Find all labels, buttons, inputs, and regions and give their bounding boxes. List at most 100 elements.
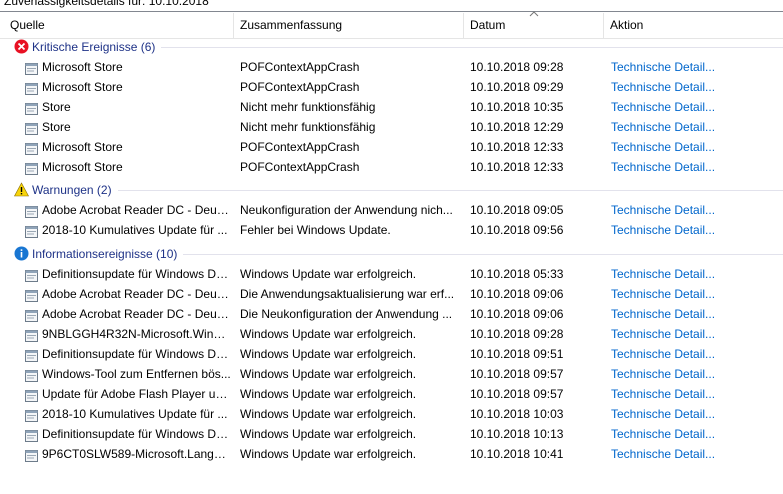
- technical-details-link[interactable]: Technische Detail...: [611, 324, 716, 344]
- application-window-icon: [25, 448, 38, 462]
- technical-details-link[interactable]: Technische Detail...: [611, 404, 716, 424]
- table-row[interactable]: 2018-10 Kumulatives Update für ... Window…: [0, 404, 783, 424]
- technical-details-link[interactable]: Technische Detail...: [611, 304, 716, 324]
- sort-ascending-icon: [529, 11, 539, 19]
- source-cell: Store: [42, 100, 71, 114]
- summary-cell: POFContextAppCrash: [240, 60, 360, 74]
- date-cell: 10.10.2018 05:33: [470, 267, 564, 281]
- table-row[interactable]: Adobe Acrobat Reader DC - Deuts... Die Ne…: [0, 304, 783, 324]
- application-window-icon: [25, 348, 38, 362]
- summary-cell: Die Anwendungsaktualisierung war erf...: [240, 287, 455, 301]
- summary-cell: Windows Update war erfolgreich.: [240, 347, 417, 361]
- source-cell: 2018-10 Kumulatives Update für ...: [42, 407, 228, 421]
- table-row[interactable]: Adobe Acrobat Reader DC - Deuts... Die An…: [0, 284, 783, 304]
- source-cell: Adobe Acrobat Reader DC - Deuts...: [42, 287, 232, 301]
- date-cell: 10.10.2018 09:28: [470, 60, 564, 74]
- summary-cell: Windows Update war erfolgreich.: [240, 427, 417, 441]
- technical-details-link[interactable]: Technische Detail...: [611, 364, 716, 384]
- table-row[interactable]: Update für Adobe Flash Player unt... Wind…: [0, 384, 783, 404]
- column-header-source[interactable]: Quelle: [4, 13, 234, 38]
- date-cell: 10.10.2018 10:35: [470, 100, 564, 114]
- application-window-icon: [25, 428, 38, 442]
- table-row[interactable]: Definitionsupdate für Windows De... Windo…: [0, 264, 783, 284]
- window-title: Zuverlässigkeitsdetails für: 10.10.2018: [4, 0, 209, 8]
- summary-cell: POFContextAppCrash: [240, 80, 360, 94]
- application-window-icon: [25, 101, 38, 115]
- technical-details-link[interactable]: Technische Detail...: [611, 200, 716, 220]
- technical-details-link[interactable]: Technische Detail...: [611, 264, 716, 284]
- column-header-bar: Quelle Zusammenfassung Datum Aktion: [0, 13, 783, 39]
- application-window-icon: [25, 61, 38, 75]
- date-cell: 10.10.2018 09:28: [470, 327, 564, 341]
- table-row[interactable]: Adobe Acrobat Reader DC - Deuts... Neukon…: [0, 200, 783, 220]
- info-icon: [14, 246, 29, 261]
- technical-details-link[interactable]: Technische Detail...: [611, 424, 716, 444]
- table-row[interactable]: Microsoft Store POFContextAppCrash 10.10.2…: [0, 157, 783, 177]
- group-label: Informationsereignisse (10): [32, 247, 178, 261]
- technical-details-link[interactable]: Technische Detail...: [611, 344, 716, 364]
- table-row[interactable]: Microsoft Store POFContextAppCrash 10.10.2…: [0, 137, 783, 157]
- source-cell: Adobe Acrobat Reader DC - Deuts...: [42, 203, 232, 217]
- date-cell: 10.10.2018 09:51: [470, 347, 564, 361]
- group-header-0[interactable]: Kritische Ereignisse (6): [0, 37, 783, 57]
- technical-details-link[interactable]: Technische Detail...: [611, 77, 716, 97]
- technical-details-link[interactable]: Technische Detail...: [611, 384, 716, 404]
- summary-cell: Fehler bei Windows Update.: [240, 223, 391, 237]
- group-divider: [183, 254, 783, 255]
- technical-details-link[interactable]: Technische Detail...: [611, 57, 716, 77]
- source-cell: Windows-Tool zum Entfernen bös...: [42, 367, 231, 381]
- source-cell: Update für Adobe Flash Player unt...: [42, 387, 232, 401]
- application-window-icon: [25, 224, 38, 238]
- column-header-summary[interactable]: Zusammenfassung: [234, 13, 464, 38]
- table-row[interactable]: 9NBLGGH4R32N-Microsoft.Windo... Windows U…: [0, 324, 783, 344]
- table-row[interactable]: Definitionsupdate für Windows De... Windo…: [0, 344, 783, 364]
- application-window-icon: [25, 408, 38, 422]
- application-window-icon: [25, 288, 38, 302]
- application-window-icon: [25, 328, 38, 342]
- column-header-action[interactable]: Aktion: [604, 13, 783, 38]
- summary-cell: Nicht mehr funktionsfähig: [240, 100, 376, 114]
- table-row[interactable]: Store Nicht mehr funktionsfähig 10.10.2018…: [0, 117, 783, 137]
- source-cell: Microsoft Store: [42, 60, 123, 74]
- date-cell: 10.10.2018 09:05: [470, 203, 564, 217]
- table-row[interactable]: Definitionsupdate für Windows De... Windo…: [0, 424, 783, 444]
- table-row[interactable]: Microsoft Store POFContextAppCrash 10.10.2…: [0, 57, 783, 77]
- summary-cell: Neukonfiguration der Anwendung nich...: [240, 203, 453, 217]
- source-cell: Microsoft Store: [42, 80, 123, 94]
- source-cell: Adobe Acrobat Reader DC - Deuts...: [42, 307, 232, 321]
- date-cell: 10.10.2018 09:56: [470, 223, 564, 237]
- warning-icon: [13, 182, 30, 197]
- source-cell: 2018-10 Kumulatives Update für ...: [42, 223, 228, 237]
- technical-details-link[interactable]: Technische Detail...: [611, 157, 716, 177]
- source-cell: Definitionsupdate für Windows De...: [42, 267, 232, 281]
- table-row[interactable]: 9P6CT0SLW589-Microsoft.Langua... Windows …: [0, 444, 783, 464]
- technical-details-link[interactable]: Technische Detail...: [611, 97, 716, 117]
- summary-cell: Windows Update war erfolgreich.: [240, 387, 417, 401]
- summary-cell: Windows Update war erfolgreich.: [240, 367, 417, 381]
- application-window-icon: [25, 81, 38, 95]
- application-window-icon: [25, 268, 38, 282]
- date-cell: 10.10.2018 12:29: [470, 120, 564, 134]
- technical-details-link[interactable]: Technische Detail...: [611, 137, 716, 157]
- reliability-details-list: Quelle Zusammenfassung Datum Aktion Krit…: [0, 11, 783, 494]
- source-cell: 9P6CT0SLW589-Microsoft.Langua...: [42, 447, 232, 461]
- table-row[interactable]: Windows-Tool zum Entfernen bös... Windows…: [0, 364, 783, 384]
- summary-cell: Die Neukonfiguration der Anwendung ...: [240, 307, 453, 321]
- source-cell: Microsoft Store: [42, 160, 123, 174]
- date-cell: 10.10.2018 10:03: [470, 407, 564, 421]
- table-row[interactable]: 2018-10 Kumulatives Update für ... Fehler…: [0, 220, 783, 240]
- technical-details-link[interactable]: Technische Detail...: [611, 284, 716, 304]
- table-row[interactable]: Microsoft Store POFContextAppCrash 10.10.2…: [0, 77, 783, 97]
- date-cell: 10.10.2018 10:13: [470, 427, 564, 441]
- technical-details-link[interactable]: Technische Detail...: [611, 220, 716, 240]
- summary-cell: Windows Update war erfolgreich.: [240, 447, 417, 461]
- application-window-icon: [25, 121, 38, 135]
- technical-details-link[interactable]: Technische Detail...: [611, 117, 716, 137]
- technical-details-link[interactable]: Technische Detail...: [611, 444, 716, 464]
- group-header-2[interactable]: Informationsereignisse (10): [0, 244, 783, 264]
- application-window-icon: [25, 308, 38, 322]
- date-cell: 10.10.2018 10:41: [470, 447, 564, 461]
- summary-cell: POFContextAppCrash: [240, 160, 360, 174]
- group-header-1[interactable]: Warnungen (2): [0, 180, 783, 200]
- table-row[interactable]: Store Nicht mehr funktionsfähig 10.10.2018…: [0, 97, 783, 117]
